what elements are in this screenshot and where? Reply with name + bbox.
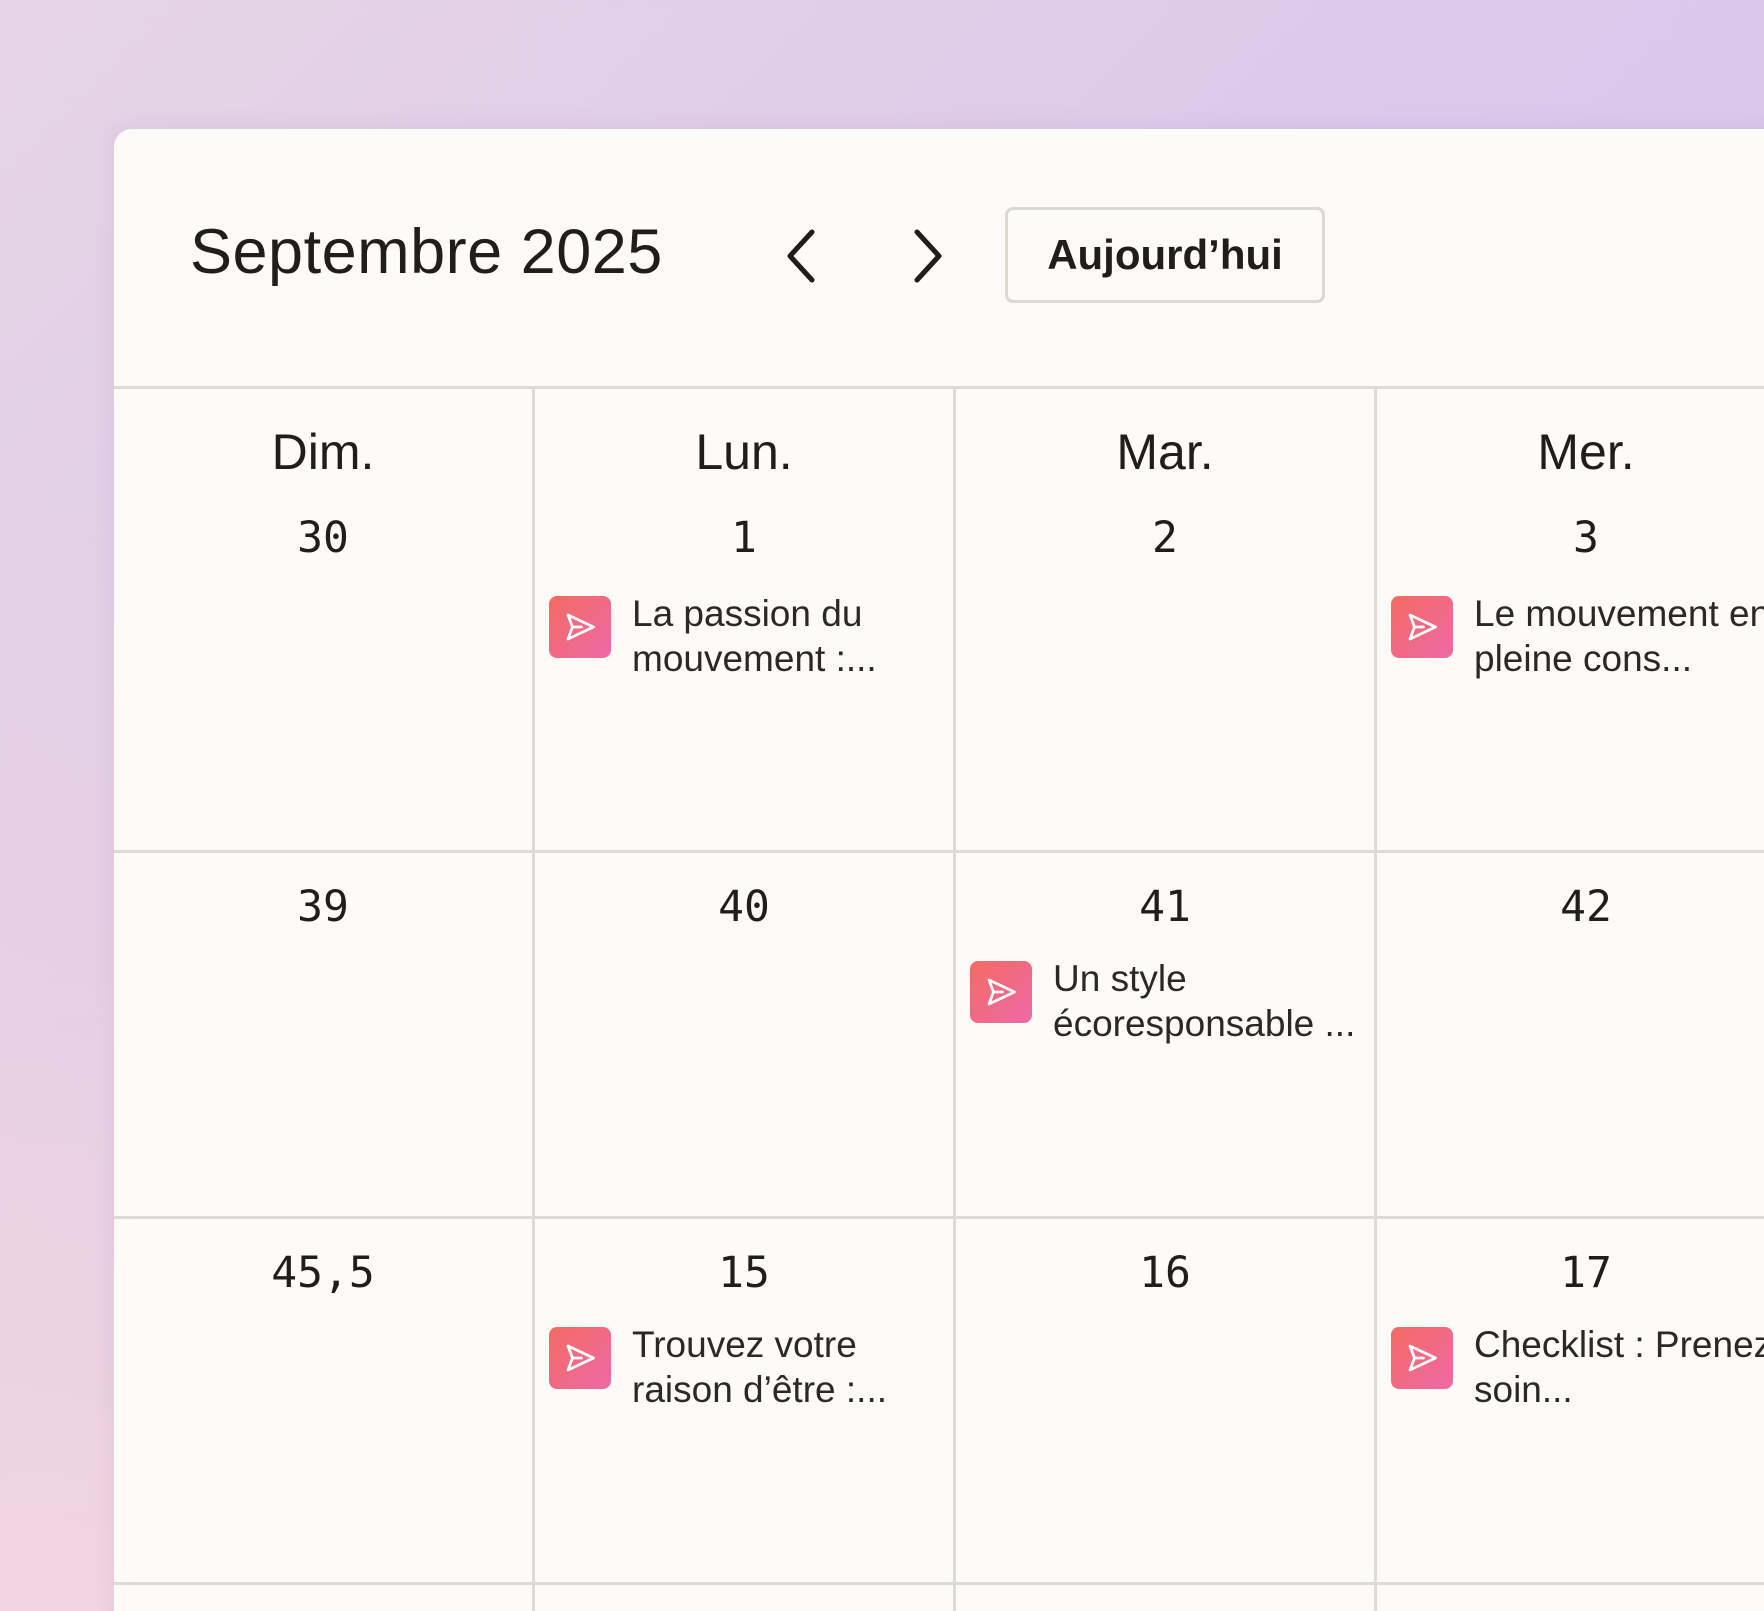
day-cell[interactable]: Mer. 3 Le mouvement en pleine cons... — [1377, 389, 1764, 853]
day-cell[interactable]: 45,5 — [114, 1219, 535, 1585]
event-title: Trouvez votre raison d’être :... — [632, 1324, 888, 1410]
day-cell[interactable]: 16 — [956, 1219, 1377, 1585]
calendar-event[interactable]: La passion du mouvement :... — [549, 591, 945, 681]
day-number: 17 — [1560, 1248, 1612, 1298]
calendar-event[interactable]: Trouvez votre raison d’être :... — [549, 1322, 945, 1412]
day-cell[interactable]: 40 — [535, 853, 956, 1219]
send-icon — [549, 596, 611, 658]
day-number: 2 — [1152, 513, 1178, 563]
day-number: 40 — [718, 882, 770, 932]
calendar-panel: Septembre 2025 Aujourd’hui Dim. 30 Lun. — [114, 129, 1764, 1611]
calendar-header: Septembre 2025 Aujourd’hui — [114, 129, 1764, 389]
event-title: Un style écoresponsable ... — [1053, 958, 1356, 1044]
day-cell[interactable] — [114, 1585, 535, 1611]
weekday-header-tue: Mar. — [1116, 424, 1214, 480]
send-icon — [1391, 596, 1453, 658]
day-number: 42 — [1560, 882, 1612, 932]
calendar-grid: Dim. 30 Lun. 1 La passion du mouvement :… — [114, 389, 1764, 1611]
event-title: Checklist : Prenez soin... — [1474, 1324, 1764, 1410]
day-cell[interactable]: 39 — [114, 853, 535, 1219]
weekday-header-mon: Lun. — [695, 424, 793, 480]
next-month-button[interactable] — [895, 224, 959, 288]
day-number: 45,5 — [271, 1248, 375, 1298]
day-cell[interactable]: Dim. 30 — [114, 389, 535, 853]
today-button[interactable]: Aujourd’hui — [1005, 207, 1325, 303]
day-cell[interactable] — [1377, 1585, 1764, 1611]
calendar-event[interactable]: Un style écoresponsable ... — [970, 956, 1366, 1046]
weekday-header-wed: Mer. — [1537, 424, 1635, 480]
day-number: 1 — [731, 513, 757, 563]
weekday-header-sun: Dim. — [271, 424, 375, 480]
day-cell[interactable] — [535, 1585, 956, 1611]
chevron-right-icon — [907, 226, 947, 286]
day-number: 30 — [297, 513, 349, 563]
month-title: Septembre 2025 — [190, 217, 663, 287]
day-cell[interactable]: 17 Checklist : Prenez soin... — [1377, 1219, 1764, 1585]
previous-month-button[interactable] — [770, 224, 834, 288]
send-icon — [549, 1327, 611, 1389]
event-title: La passion du mouvement :... — [632, 593, 877, 679]
day-number: 15 — [718, 1248, 770, 1298]
send-icon — [1391, 1327, 1453, 1389]
event-title: Le mouvement en pleine cons... — [1474, 593, 1764, 679]
day-number: 3 — [1573, 513, 1599, 563]
day-number: 41 — [1139, 882, 1191, 932]
calendar-event[interactable]: Le mouvement en pleine cons... — [1391, 591, 1764, 681]
send-icon — [970, 961, 1032, 1023]
day-cell[interactable]: Mar. 2 — [956, 389, 1377, 853]
day-cell[interactable]: 42 — [1377, 853, 1764, 1219]
day-number: 16 — [1139, 1248, 1191, 1298]
calendar-event[interactable]: Checklist : Prenez soin... — [1391, 1322, 1764, 1412]
day-cell[interactable]: 15 Trouvez votre raison d’être :... — [535, 1219, 956, 1585]
day-cell[interactable] — [956, 1585, 1377, 1611]
chevron-left-icon — [782, 226, 822, 286]
day-cell[interactable]: 41 Un style écoresponsable ... — [956, 853, 1377, 1219]
day-number: 39 — [297, 882, 349, 932]
day-cell[interactable]: Lun. 1 La passion du mouvement :... — [535, 389, 956, 853]
